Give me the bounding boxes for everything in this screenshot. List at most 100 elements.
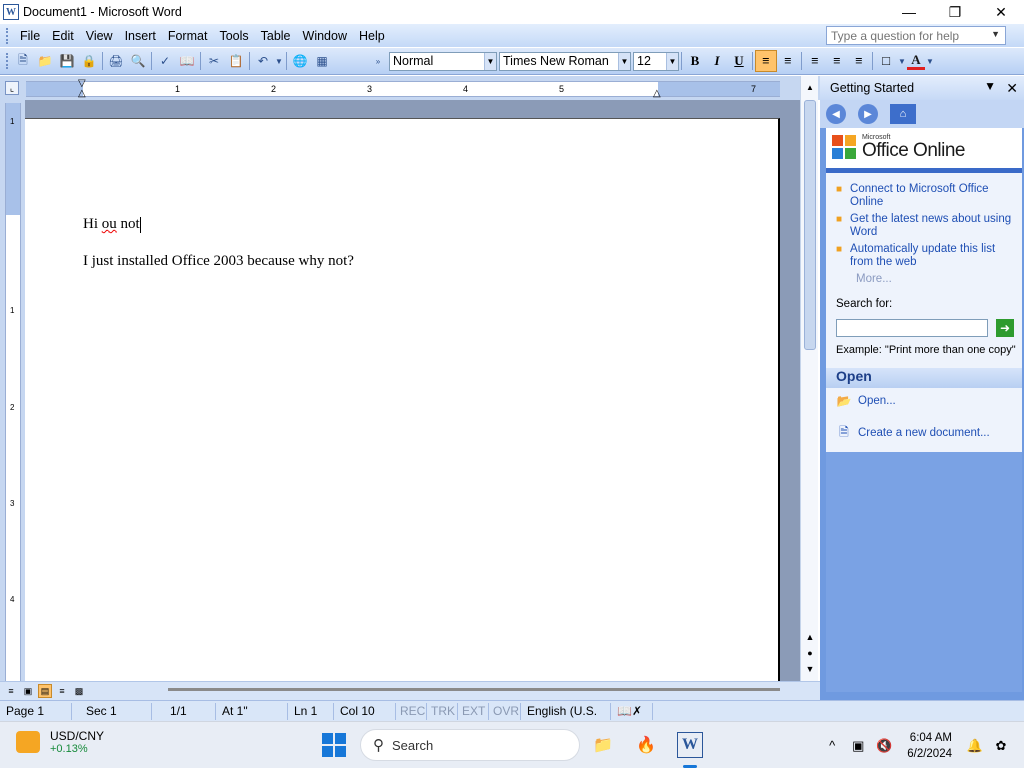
search-go-icon[interactable]: ➜ (996, 319, 1014, 337)
copilot-icon[interactable]: ✿ (988, 738, 1014, 754)
bullets-icon[interactable]: ≡ (826, 50, 848, 72)
print-icon[interactable]: 🖨 (105, 50, 127, 72)
border-icon[interactable]: □ (875, 50, 897, 72)
hyperlink-icon[interactable]: 🌐 (289, 50, 311, 72)
web-layout-icon[interactable]: ▣ (21, 684, 35, 698)
numbering-icon[interactable]: ≡ (804, 50, 826, 72)
more-link[interactable]: More... (856, 273, 1016, 285)
menu-tools[interactable]: Tools (213, 27, 254, 45)
clock[interactable]: 6:04 AM 6/2/2024 (907, 730, 952, 762)
status-ovr[interactable]: OVR (489, 702, 521, 720)
help-dropdown-icon[interactable]: ▼ (991, 29, 1000, 39)
bold-button[interactable]: B (684, 50, 706, 72)
previous-page-icon[interactable]: ▲ (803, 632, 817, 642)
menu-window[interactable]: Window (297, 27, 353, 45)
status-trk[interactable]: TRK (427, 702, 458, 720)
menu-format[interactable]: Format (162, 27, 214, 45)
document-line-1[interactable]: Hi ou not (83, 216, 141, 233)
spelling-icon[interactable]: ✓ (154, 50, 176, 72)
save-icon[interactable]: 💾 (56, 50, 78, 72)
search-input[interactable] (836, 319, 988, 337)
minimize-icon[interactable]: — (886, 0, 932, 24)
normal-view-icon[interactable]: ≡ (4, 684, 18, 698)
scroll-thumb[interactable] (804, 100, 816, 350)
browse-object-icon[interactable]: ● (803, 648, 817, 658)
left-indent-icon[interactable]: △ (78, 88, 86, 99)
open-folder-icon[interactable]: 📁 (34, 50, 56, 72)
create-document-link[interactable]: 🗎 Create a new document... (836, 425, 990, 440)
open-link[interactable]: 📂 Open... (836, 394, 896, 408)
horizontal-ruler[interactable]: 1 2 3 4 5 7 ▽ △ △ (26, 78, 780, 99)
maximize-icon[interactable]: ❐ (932, 0, 978, 24)
menu-view[interactable]: View (80, 27, 119, 45)
font-color-dropdown-icon[interactable]: ▼ (925, 50, 935, 72)
style-combo[interactable]: Normal ▼ (389, 51, 497, 71)
horizontal-scroll-track[interactable] (168, 688, 780, 691)
scroll-up-icon[interactable]: ▲ (803, 79, 817, 95)
home-icon[interactable]: ⌂ (890, 104, 916, 124)
back-icon[interactable]: ◀ (826, 104, 846, 124)
forward-icon[interactable]: ▶ (858, 104, 878, 124)
menu-table[interactable]: Table (255, 27, 297, 45)
display-icon[interactable]: ▣ (845, 738, 871, 754)
chevron-down-icon[interactable]: ▼ (618, 52, 630, 70)
link-connect[interactable]: ■ Connect to Microsoft Office Online (836, 183, 1016, 209)
undo-icon[interactable]: ↶ (252, 50, 274, 72)
misspelled-word[interactable]: ou (102, 216, 117, 232)
right-indent-icon[interactable]: △ (653, 88, 661, 99)
link-news[interactable]: ■ Get the latest news about using Word (836, 213, 1016, 239)
status-ext[interactable]: EXT (458, 702, 489, 720)
italic-button[interactable]: I (706, 50, 728, 72)
research-icon[interactable]: 📖 (176, 50, 198, 72)
task-pane-menu-icon[interactable]: ▼ (984, 79, 996, 93)
document-page[interactable]: Hi ou not I just installed Office 2003 b… (25, 118, 780, 681)
file-explorer-icon[interactable]: 📁 (590, 732, 616, 758)
volume-mute-icon[interactable]: 🔇 (871, 738, 897, 754)
status-rec[interactable]: REC (396, 702, 427, 720)
insert-table-icon[interactable]: ▦ (311, 50, 333, 72)
word-taskbar-icon[interactable]: W (677, 732, 703, 758)
outline-view-icon[interactable]: ≡ (55, 684, 69, 698)
menu-edit[interactable]: Edit (46, 27, 80, 45)
print-layout-icon[interactable]: ▤ (38, 684, 52, 698)
border-dropdown-icon[interactable]: ▼ (897, 50, 907, 72)
menu-file[interactable]: File (14, 27, 46, 45)
menu-grip[interactable] (6, 27, 10, 44)
vertical-scrollbar[interactable]: ▲ ▲ ● ▼ (800, 76, 818, 681)
notification-bell-icon[interactable]: 🔔 (962, 738, 988, 754)
menu-insert[interactable]: Insert (119, 27, 162, 45)
help-question-input[interactable] (826, 26, 1006, 45)
firefox-icon[interactable]: 🔥 (633, 732, 659, 758)
taskbar-search[interactable]: ⚲ Search (360, 729, 580, 761)
toolbar-options-icon[interactable]: » (373, 50, 383, 72)
start-button[interactable] (322, 733, 346, 757)
next-page-icon[interactable]: ▼ (803, 664, 817, 674)
indent-icon[interactable]: ≡ (848, 50, 870, 72)
reading-layout-icon[interactable]: ▩ (72, 684, 86, 698)
cut-icon[interactable]: ✂ (203, 50, 225, 72)
toolbar-grip[interactable] (6, 53, 10, 69)
align-left-icon[interactable]: ≡ (755, 50, 777, 72)
print-preview-icon[interactable]: 🔍 (127, 50, 149, 72)
chevron-down-icon[interactable]: ▼ (484, 52, 496, 70)
horizontal-scrollbar[interactable]: ≡ ▣ ▤ ≡ ▩ (0, 681, 820, 700)
close-icon[interactable]: ✕ (978, 0, 1024, 24)
ticker-widget[interactable]: USD/CNY +0.13% (16, 729, 104, 755)
link-update[interactable]: ■ Automatically update this list from the… (836, 243, 1016, 269)
undo-dropdown-icon[interactable]: ▼ (274, 50, 284, 72)
menu-help[interactable]: Help (353, 27, 391, 45)
close-icon[interactable]: ✕ (1006, 80, 1018, 97)
underline-button[interactable]: U (728, 50, 750, 72)
font-size-combo[interactable]: 12 ▼ (633, 51, 679, 71)
font-color-icon[interactable]: A (907, 52, 925, 70)
vertical-ruler[interactable]: 1 1 2 3 4 (5, 103, 21, 681)
new-document-icon[interactable]: 🗎 (12, 50, 34, 72)
chevron-up-icon[interactable]: ^ (819, 738, 845, 753)
permission-icon[interactable]: 🔒 (78, 50, 100, 72)
paste-icon[interactable]: 📋 (225, 50, 247, 72)
tab-selector-icon[interactable]: ⌞ (5, 81, 19, 95)
spelling-status-icon[interactable]: 📖✗ (611, 702, 653, 720)
document-line-2[interactable]: I just installed Office 2003 because why… (83, 253, 354, 270)
font-combo[interactable]: Times New Roman ▼ (499, 51, 631, 71)
word-app-icon[interactable]: W (3, 4, 19, 20)
